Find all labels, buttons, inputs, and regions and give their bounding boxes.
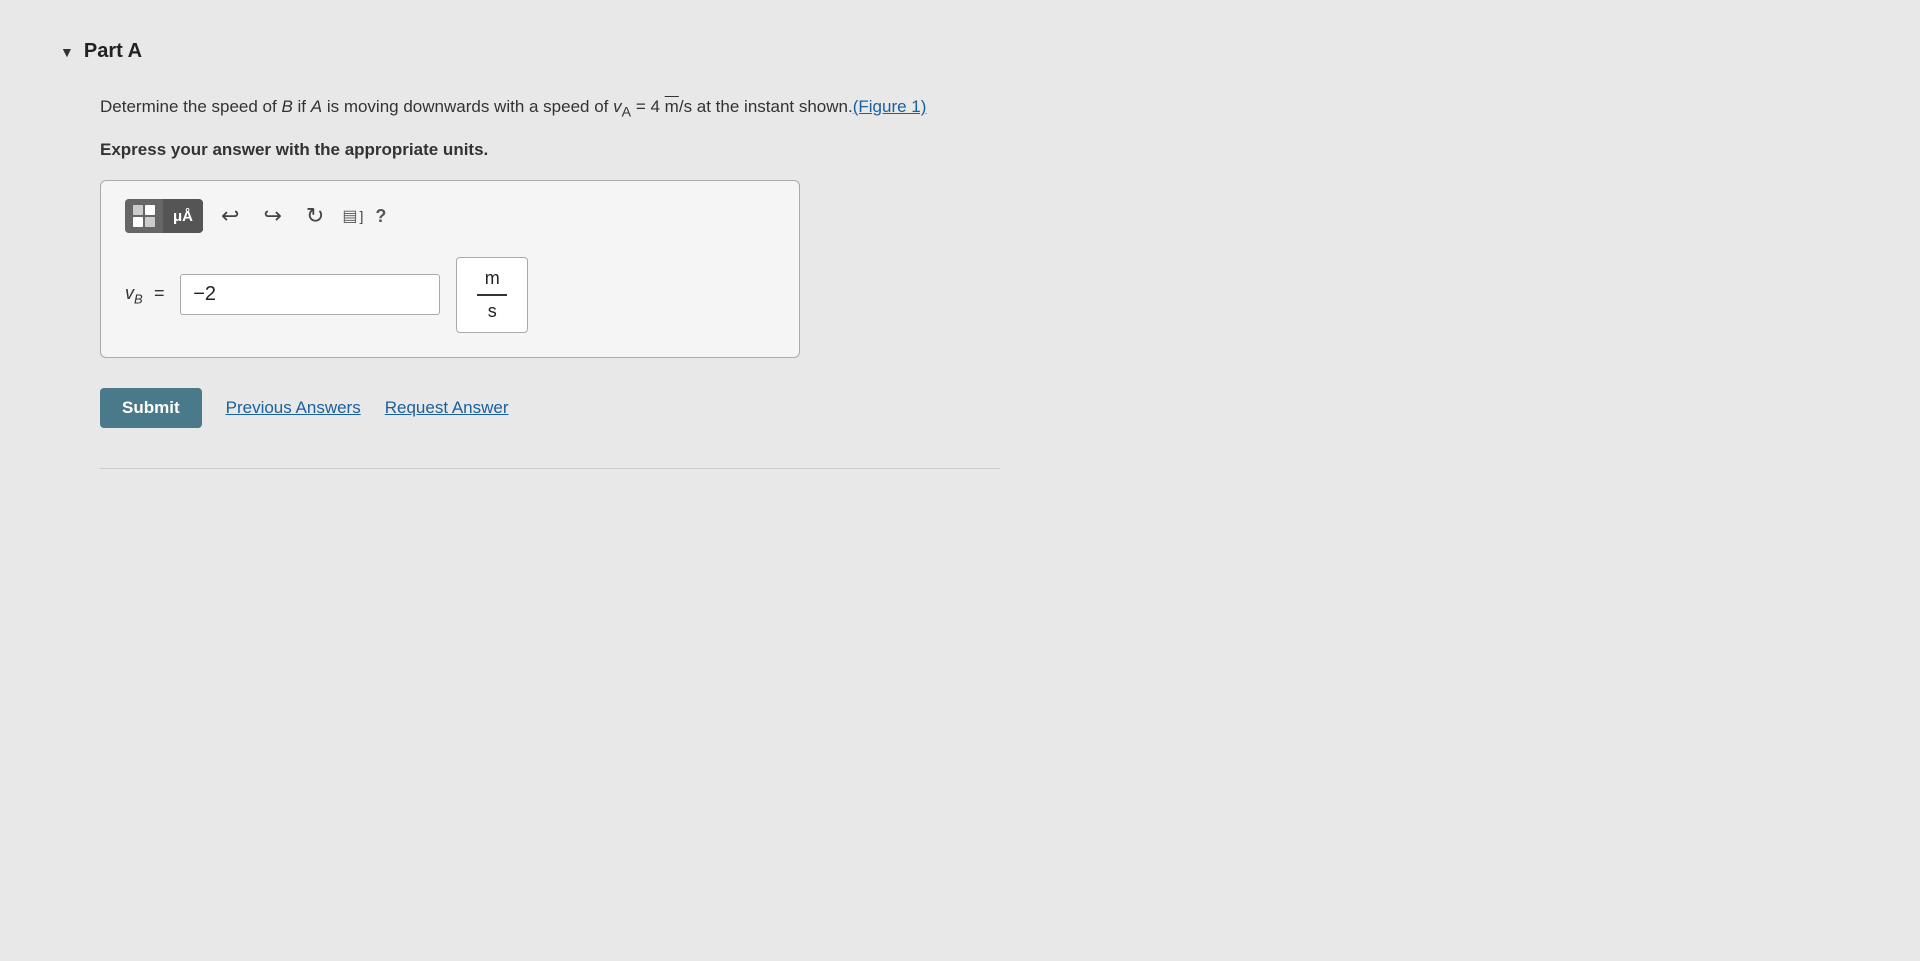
part-collapse-arrow[interactable]: ▼	[60, 44, 74, 60]
unit-divider-line	[477, 294, 507, 296]
grid-cell-1	[133, 205, 143, 215]
question-text-part4: = 4	[631, 97, 665, 116]
math-toolbar: μÅ ↩ ↪ ↻ ▤ ] ?	[125, 199, 775, 233]
equals-sign: =	[154, 283, 165, 303]
v-A-symbol: v	[613, 97, 622, 116]
snippet-button[interactable]: ▤ ]	[342, 206, 363, 226]
variable-label: vB =	[125, 283, 164, 307]
equation-row: vB = m s	[125, 257, 775, 333]
question-text-part3: is moving downwards with a speed of	[322, 97, 613, 116]
grid-cell-2	[145, 205, 155, 215]
reset-button[interactable]: ↻	[300, 201, 330, 231]
unit-fraction: m s	[456, 257, 528, 333]
unit-denominator: s	[488, 301, 497, 322]
section-divider	[100, 468, 1000, 469]
undo-button[interactable]: ↩	[215, 201, 245, 231]
grid-cell-4	[145, 217, 155, 227]
submit-button[interactable]: Submit	[100, 388, 202, 428]
grid-format-button[interactable]	[125, 199, 163, 233]
request-answer-button[interactable]: Request Answer	[385, 398, 509, 418]
mu-angstrom-label: μÅ	[173, 208, 193, 225]
redo-button[interactable]: ↪	[257, 201, 287, 231]
variable-A: A	[311, 97, 322, 116]
grid-cell-3	[133, 217, 143, 227]
v-A-subscript: A	[622, 104, 631, 120]
previous-answers-button[interactable]: Previous Answers	[226, 398, 361, 418]
answer-input[interactable]	[180, 274, 440, 315]
variable-B: B	[281, 97, 292, 116]
refresh-icon: ↻	[306, 203, 324, 228]
question-text-part1: Determine the speed of	[100, 97, 281, 116]
part-label: Part A	[84, 40, 142, 63]
undo-icon: ↩	[221, 203, 239, 228]
bottom-buttons: Submit Previous Answers Request Answer	[100, 388, 940, 428]
figure-link[interactable]: (Figure 1)	[853, 97, 927, 116]
mu-angstrom-button[interactable]: μÅ	[163, 202, 203, 231]
format-button-group: μÅ	[125, 199, 203, 233]
unit-s: s	[684, 97, 693, 116]
redo-icon: ↪	[263, 203, 281, 228]
grid-icon	[133, 205, 155, 227]
snippet-icon: ▤	[342, 206, 357, 226]
unit-numerator: m	[485, 268, 500, 289]
express-instruction: Express your answer with the appropriate…	[100, 140, 940, 160]
question-text-part5: at the instant shown.	[692, 97, 853, 116]
help-button[interactable]: ?	[375, 206, 386, 227]
question-text: Determine the speed of B if A is moving …	[100, 93, 940, 124]
snippet-bracket: ]	[359, 208, 363, 224]
unit-m-overline: m	[665, 97, 679, 116]
question-text-part2: if	[293, 97, 311, 116]
variable-v: v	[125, 283, 134, 303]
variable-sub-B: B	[134, 292, 143, 307]
answer-input-box: μÅ ↩ ↪ ↻ ▤ ] ?	[100, 180, 800, 358]
part-header: ▼ Part A	[60, 40, 940, 63]
